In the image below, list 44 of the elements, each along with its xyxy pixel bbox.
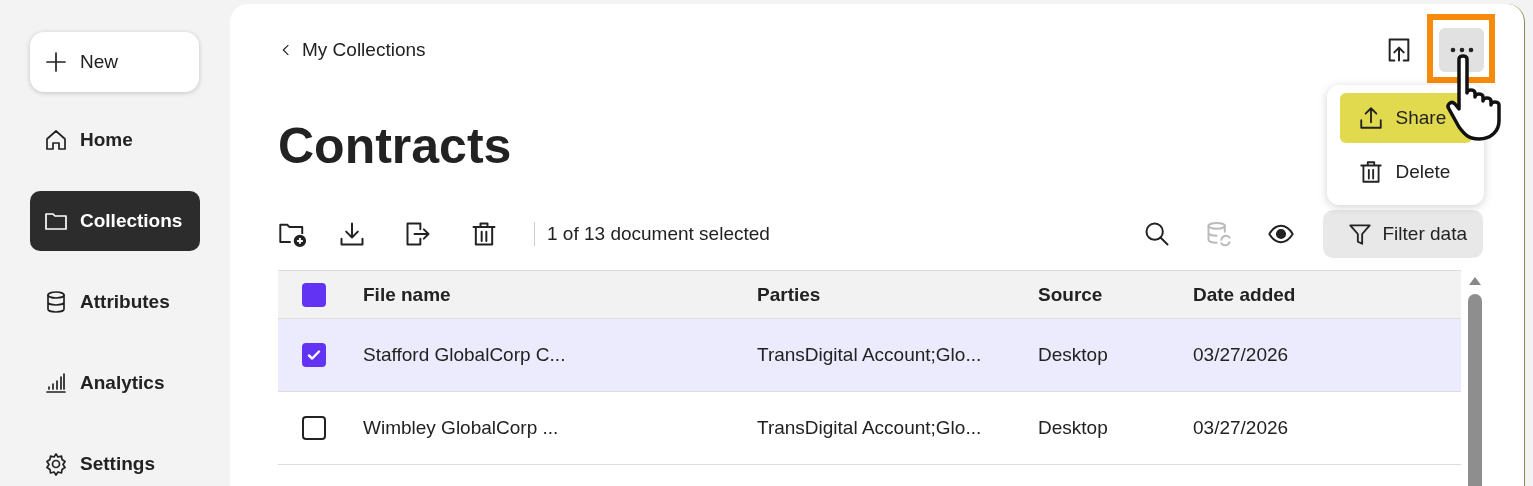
- column-header[interactable]: File name: [363, 283, 757, 306]
- trash-icon[interactable]: [470, 220, 498, 248]
- sidebar-item[interactable]: Home: [30, 110, 200, 170]
- database-icon: [44, 290, 68, 314]
- table-cell-text: Desktop: [1038, 344, 1109, 366]
- select-all-checkbox[interactable]: [302, 282, 326, 307]
- more-icon: [1449, 47, 1474, 53]
- column-header[interactable]: Parties: [757, 283, 1038, 306]
- scroll-up-icon[interactable]: [1468, 276, 1482, 286]
- page-title: Contracts: [278, 117, 512, 176]
- column-header[interactable]: Date added: [1193, 283, 1461, 306]
- funnel-icon: [1346, 221, 1373, 247]
- sidebar-item[interactable]: Settings: [30, 434, 200, 486]
- row-checkbox[interactable]: [302, 416, 326, 440]
- column-header[interactable]: Source: [1038, 283, 1193, 306]
- scrollbar-thumb[interactable]: [1468, 294, 1482, 486]
- table-cell-text: Wimbley GlobalCorp ...: [363, 417, 560, 439]
- gear-icon: [44, 452, 68, 476]
- selection-count: 1 of 13 document selected: [547, 223, 770, 245]
- row-checkbox[interactable]: [302, 343, 326, 367]
- checkmark-icon: [306, 347, 322, 363]
- sidebar-item[interactable]: Analytics: [30, 353, 200, 413]
- table-cell-text: 03/27/2026: [1193, 344, 1290, 366]
- sidebar-item[interactable]: Attributes: [30, 272, 200, 332]
- table-cell-text: TransDigital Account;Glo...: [757, 344, 983, 366]
- home-icon: [44, 128, 68, 152]
- bar-chart-icon: [44, 371, 68, 395]
- table-cell-text: Desktop: [1038, 417, 1109, 439]
- table-row[interactable]: Stafford GlobalCorp C... TransDigital Account;Glo... Desktop 03/27/2026: [278, 319, 1461, 392]
- back-link[interactable]: My Collections: [278, 39, 426, 61]
- download-icon[interactable]: [338, 220, 366, 248]
- trash-icon: [1357, 159, 1384, 185]
- table-row[interactable]: Wimbley GlobalCorp ... TransDigital Account;Glo... Desktop 03/27/2026: [278, 392, 1461, 465]
- sidebar-item[interactable]: Collections: [30, 191, 200, 251]
- filter-button[interactable]: Filter data: [1322, 210, 1483, 258]
- table-cell-text: TransDigital Account;Glo...: [757, 417, 983, 439]
- more-button[interactable]: [1439, 28, 1484, 72]
- menu-item[interactable]: Delete: [1339, 147, 1472, 197]
- table-cell-text: Stafford GlobalCorp C...: [363, 344, 567, 366]
- share-icon: [1357, 105, 1384, 131]
- plus-icon: [44, 50, 68, 74]
- table-cell-text: 03/27/2026: [1193, 417, 1290, 439]
- export-icon[interactable]: [404, 220, 432, 248]
- new-button[interactable]: New: [30, 32, 199, 92]
